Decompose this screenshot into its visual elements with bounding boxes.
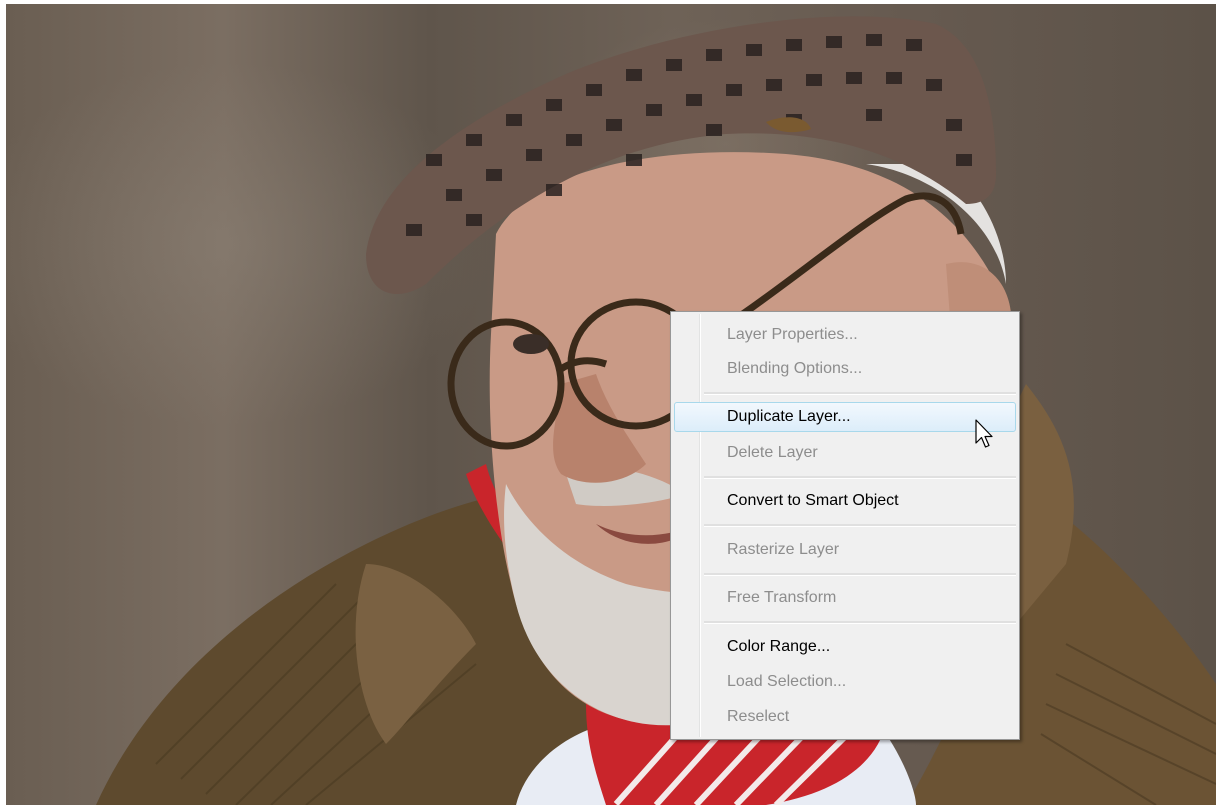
menu-item-delete-layer[interactable]: Delete Layer: [674, 438, 1016, 468]
menu-separator: [704, 573, 1016, 576]
menu-separator: [704, 621, 1016, 624]
menu-item-reselect[interactable]: Reselect: [674, 702, 1016, 732]
menu-item-duplicate-layer[interactable]: Duplicate Layer...: [674, 402, 1016, 432]
arrow-pointer-icon: [975, 419, 993, 448]
document-canvas[interactable]: [0, 0, 1216, 805]
menu-separator: [704, 476, 1016, 479]
portrait-photo: [96, 16, 1216, 805]
menu-item-load-selection[interactable]: Load Selection...: [674, 667, 1016, 697]
menu-item-convert-to-smart-object[interactable]: Convert to Smart Object: [674, 486, 1016, 516]
menu-separator: [704, 392, 1016, 395]
menu-separator: [704, 524, 1016, 527]
menu-item-blending-options[interactable]: Blending Options...: [674, 354, 1016, 384]
photo-layer[interactable]: [6, 4, 1216, 805]
menu-item-rasterize-layer[interactable]: Rasterize Layer: [674, 535, 1016, 565]
menu-item-free-transform[interactable]: Free Transform: [674, 583, 1016, 613]
menu-item-color-range[interactable]: Color Range...: [674, 632, 1016, 662]
layer-context-menu: Layer Properties... Blending Options... …: [670, 311, 1020, 740]
menu-item-layer-properties[interactable]: Layer Properties...: [674, 320, 1016, 350]
